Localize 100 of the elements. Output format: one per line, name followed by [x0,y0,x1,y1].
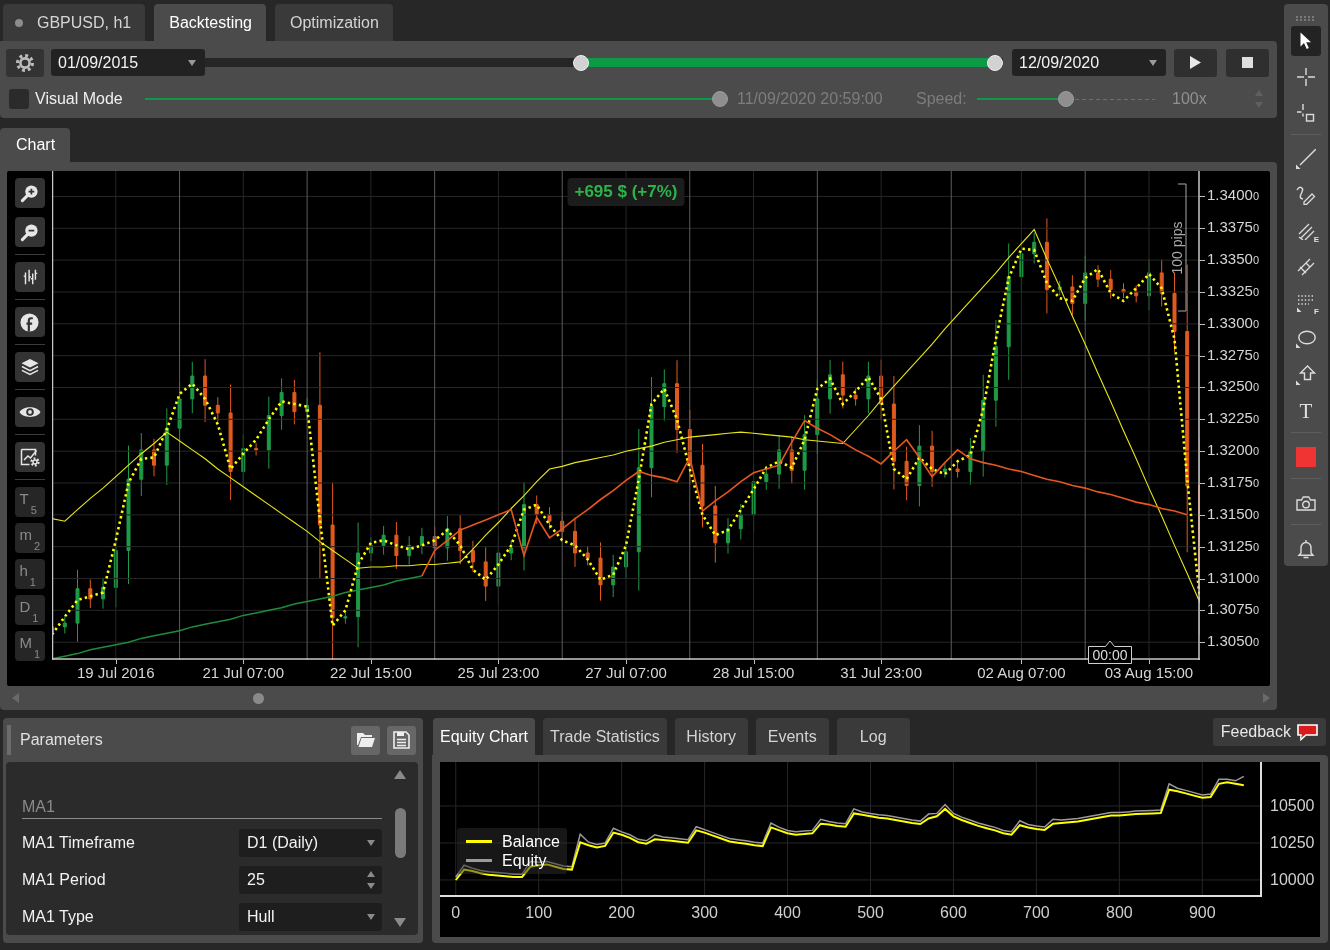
parallel-lines-icon [1297,258,1315,276]
axis-label: 10000 [1270,869,1315,890]
caret-icon [367,840,375,846]
axis-label: 22 Jul 15:00 [330,664,412,682]
axis-label: 02 Aug 07:00 [977,664,1066,682]
panel-title: Parameters [20,731,103,749]
document-tab[interactable]: Backtesting [154,4,266,41]
axis-label: 1.34000 [1207,185,1259,206]
axis-label: 300 [691,903,718,923]
cursor-time-label: 00:00 [1088,640,1132,664]
slider-handle[interactable] [712,91,728,107]
axis-label: 1.32000 [1207,440,1259,461]
axis-label: 1.30500 [1207,631,1259,652]
axis-label: 1.33250 [1207,280,1259,301]
axis-label: 1.32250 [1207,408,1259,429]
zoom-in-icon [20,183,39,203]
end-date-dropdown[interactable]: 12/09/2020 [1012,49,1166,76]
slider-handle[interactable] [1058,91,1074,107]
layers-icon [19,358,40,376]
document-tab[interactable]: Optimization [275,4,393,41]
settings-icon [15,52,35,73]
axis-label: 1.31500 [1207,503,1259,524]
axis-label: 900 [1188,903,1216,923]
diagonal-lines-tool-button[interactable]: E [1291,216,1321,246]
ellipse-icon [1296,330,1316,348]
parameter-dropdown[interactable]: Hull [239,903,382,931]
axis-label: 1.33750 [1207,217,1259,238]
chart-tab[interactable]: Chart [0,128,70,162]
diagonal-lines-icon [1297,222,1315,240]
grip-icon[interactable] [1296,16,1316,21]
legend-label: Balance [502,832,560,851]
caret-icon [1149,59,1157,66]
speech-bubble-icon [1297,723,1318,741]
stop-icon [1242,57,1253,68]
results-tab[interactable]: Trade Statistics [543,718,667,755]
chart-settings-button[interactable] [14,442,45,472]
parameter-dropdown[interactable]: D1 (Daily) [239,829,382,857]
crosshair-icon [1297,68,1315,86]
visual-mode-checkbox[interactable] [9,89,29,109]
axis-label: 1.31750 [1207,472,1259,492]
caret-icon [367,914,375,920]
axis-label: 1.30750 [1207,599,1259,620]
axis-label: 1.32500 [1207,376,1259,397]
text-tool-button[interactable]: T [1291,396,1321,426]
axis-label: 800 [1106,903,1133,923]
settings-button[interactable] [6,48,44,77]
play-icon [1190,56,1201,69]
zoom-out-icon [20,222,39,242]
axis-label: 25 Jul 23:00 [457,664,540,682]
axis-label: 200 [608,903,635,923]
dotted-grid-icon [1297,294,1315,312]
axis-label: 31 Jul 23:00 [840,664,922,682]
scrollbar-thumb[interactable] [253,692,264,704]
eye-icon [18,405,41,419]
axis-label: 28 Jul 15:00 [712,664,795,682]
open-button[interactable] [351,725,380,755]
document-tab[interactable]: GBPUSD, h1 [3,4,146,41]
stop-button[interactable] [1226,48,1269,77]
axis-label: 10250 [1270,832,1315,853]
results-tab[interactable]: History [674,718,748,755]
header-accent-bar [7,725,11,755]
camera-icon [1296,495,1316,511]
scrollbar-thumb[interactable] [394,808,406,858]
scroll-down-icon[interactable] [394,918,406,927]
chart-settings-icon [19,447,40,467]
feedback-button[interactable]: Feedback [1212,718,1326,746]
pointer-tool-button[interactable] [1291,26,1321,56]
speed-value: 100x [1172,90,1207,108]
results-tab[interactable]: Events [755,718,829,755]
axis-label: 1.32750 [1207,344,1259,365]
layers-button[interactable] [14,352,45,382]
parameter-label: MA1 Type [22,908,94,926]
visibility-button[interactable] [14,397,45,427]
pointer-icon [1300,32,1312,50]
parameter-spinner[interactable]: 25 [239,866,382,894]
chart-type-button[interactable] [14,262,45,292]
status-dot-icon [15,18,23,27]
scroll-up-icon[interactable] [394,770,406,779]
axis-label: 100 [525,903,553,923]
axis-label: 1.33500 [1207,249,1259,270]
axis-label: 03 Aug 15:00 [1104,664,1194,682]
bell-icon [1297,539,1315,559]
pencil-icon [1296,185,1316,205]
axis-label: 10500 [1270,795,1315,816]
results-tab[interactable]: Log [836,718,910,755]
start-date-dropdown[interactable]: 01/09/2015 [51,49,205,76]
axis-label: 600 [940,903,967,923]
circle-logo-icon [20,312,39,332]
zoom-in-button[interactable] [14,178,45,208]
results-tab[interactable]: Equity Chart [433,718,536,755]
save-button[interactable] [387,725,416,755]
pips-label: 100 pips [1169,221,1185,274]
legend-label: Equity [502,851,547,870]
caret-icon [188,59,196,66]
logo-button[interactable] [14,307,45,337]
zoom-out-button[interactable] [14,217,45,247]
play-button[interactable] [1174,48,1217,77]
spinner-arrows-icon[interactable] [367,871,375,889]
axis-label: 400 [774,903,801,923]
grid-tool-button[interactable]: F [1291,288,1321,318]
